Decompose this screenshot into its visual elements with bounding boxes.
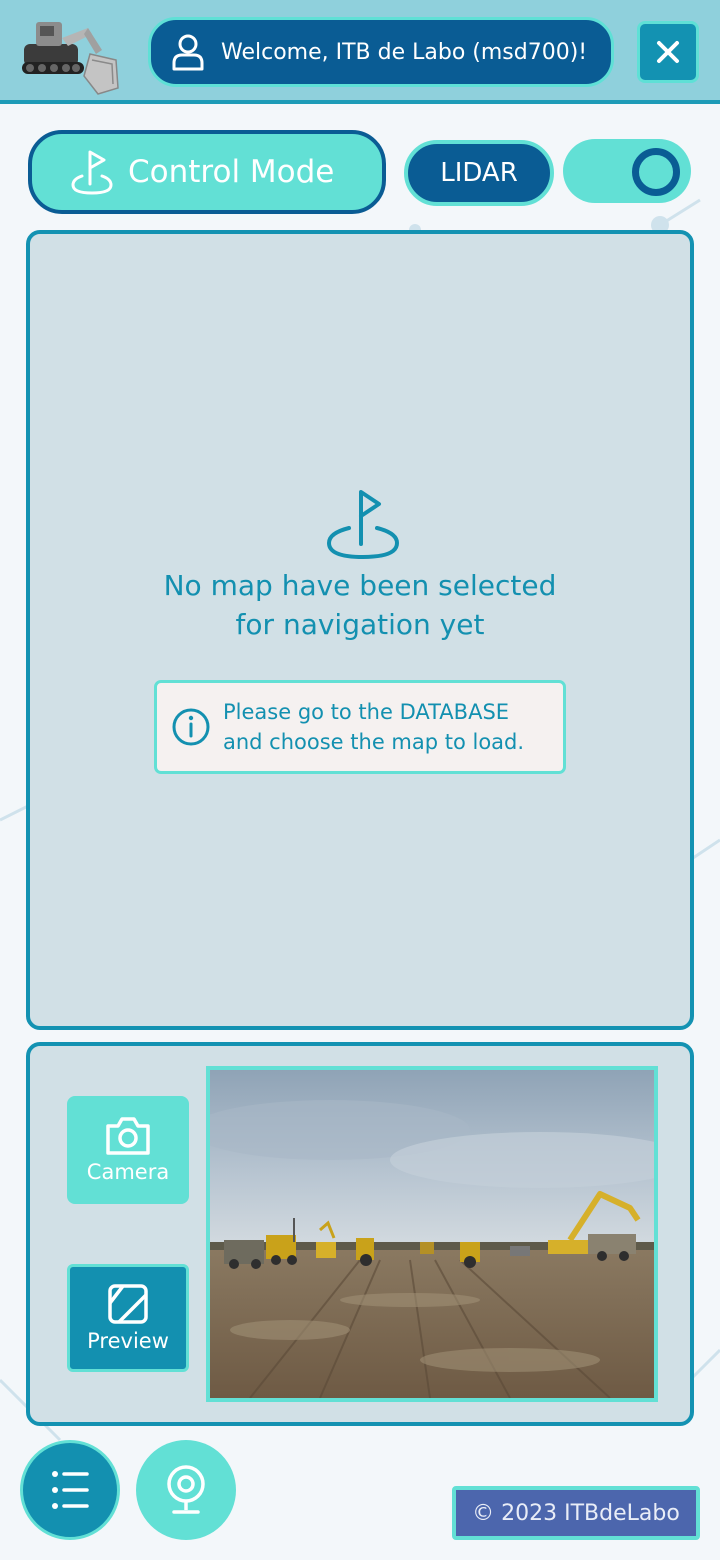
welcome-banner: Welcome, ITB de Labo (msd700)! <box>148 17 614 87</box>
copyright-text: © 2023 ITBdeLabo <box>472 1500 680 1526</box>
camera-button[interactable]: Camera <box>67 1096 189 1204</box>
info-line-1: Please go to the DATABASE <box>223 700 510 724</box>
info-box: Please go to the DATABASE and choose the… <box>154 680 566 774</box>
user-icon <box>172 34 204 71</box>
app-header: Welcome, ITB de Labo (msd700)! <box>0 0 720 104</box>
menu-icon <box>52 1471 89 1509</box>
webcam-button[interactable] <box>136 1440 236 1540</box>
no-map-line-2: for navigation yet <box>235 608 485 641</box>
preview-button[interactable]: Preview <box>67 1264 189 1372</box>
welcome-text: Welcome, ITB de Labo (msd700)! <box>221 39 588 65</box>
excavator-logo <box>22 22 119 95</box>
preview-label: Preview <box>87 1329 169 1353</box>
lidar-label: LIDAR <box>440 158 518 188</box>
flag-icon <box>71 150 113 195</box>
info-line-2: and choose the map to load. <box>223 730 525 754</box>
close-icon <box>657 41 679 63</box>
control-mode-label: Control Mode <box>128 154 335 190</box>
camera-icon <box>106 1117 150 1155</box>
toggle-knob <box>632 148 680 196</box>
camera-feed <box>206 1066 658 1402</box>
lidar-button[interactable]: LIDAR <box>404 140 554 206</box>
copyright-badge: © 2023 ITBdeLabo <box>452 1486 700 1540</box>
info-icon <box>172 708 210 746</box>
info-text: Please go to the DATABASE and choose the… <box>223 697 524 757</box>
webcam-icon <box>167 1465 205 1514</box>
no-map-message: No map have been selected for navigation… <box>30 566 690 644</box>
control-mode-button[interactable]: Control Mode <box>28 130 386 214</box>
camera-panel: Camera Preview <box>26 1042 694 1426</box>
map-panel: No map have been selected for navigation… <box>26 230 694 1030</box>
preview-icon <box>108 1284 148 1324</box>
no-map-line-1: No map have been selected <box>163 569 557 602</box>
construction-site-image <box>210 1070 654 1398</box>
flag-icon <box>326 490 400 560</box>
menu-button[interactable] <box>20 1440 120 1540</box>
lidar-toggle[interactable] <box>563 139 691 203</box>
close-button[interactable] <box>637 21 699 83</box>
camera-label: Camera <box>86 1160 170 1184</box>
